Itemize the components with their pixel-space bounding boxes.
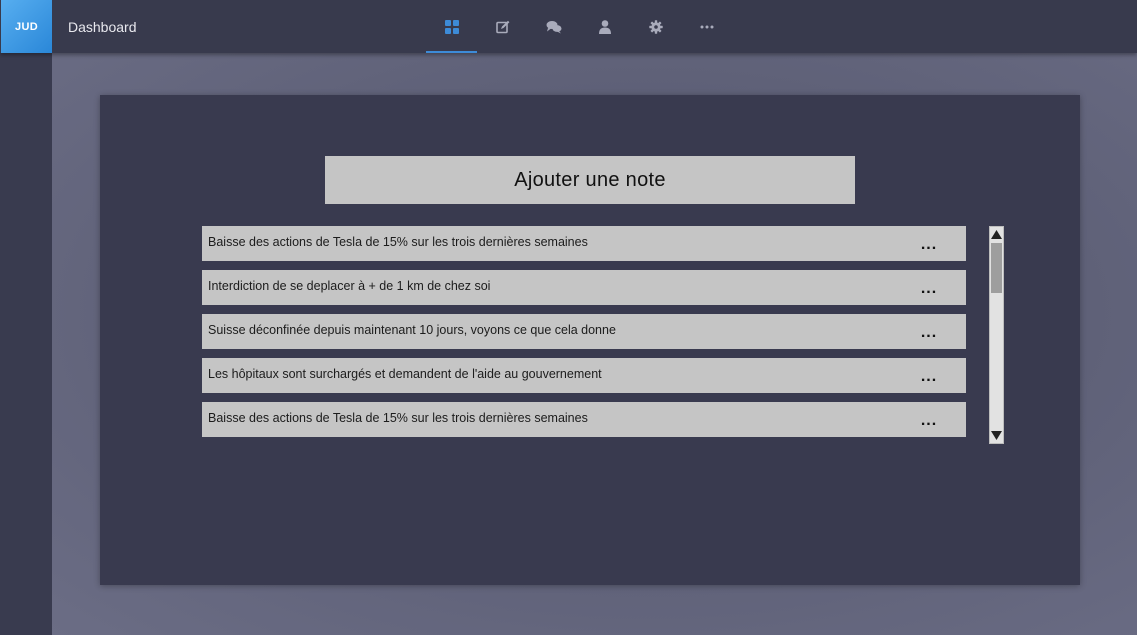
chat-icon xyxy=(546,20,562,34)
notes-list: Baisse des actions de Tesla de 15% sur l… xyxy=(202,226,966,446)
scroll-down-button[interactable] xyxy=(990,428,1003,443)
notes-scrollbar[interactable] xyxy=(989,226,1004,444)
note-menu-button[interactable]: ... xyxy=(916,234,942,254)
note-item[interactable]: Interdiction de se deplacer à + de 1 km … xyxy=(202,270,966,305)
triangle-up-icon xyxy=(991,226,1002,244)
scroll-thumb[interactable] xyxy=(991,243,1002,293)
note-text: Interdiction de se deplacer à + de 1 km … xyxy=(208,279,491,293)
logo-text: JUD xyxy=(15,20,38,33)
nav-profile[interactable] xyxy=(579,0,630,53)
note-item[interactable]: Les hôpitaux sont surchargés et demanden… xyxy=(202,358,966,393)
top-bar: JUD Dashboard xyxy=(0,0,1137,53)
sidebar xyxy=(0,53,52,635)
note-item[interactable]: Baisse des actions de Tesla de 15% sur l… xyxy=(202,226,966,261)
scroll-up-button[interactable] xyxy=(990,227,1003,242)
nav-edit[interactable] xyxy=(477,0,528,53)
note-menu-button[interactable]: ... xyxy=(916,278,942,298)
workspace: Ajouter une note Baisse des actions de T… xyxy=(52,53,1137,635)
note-menu-button[interactable]: ... xyxy=(916,366,942,386)
note-menu-button[interactable]: ... xyxy=(916,410,942,430)
note-text: Baisse des actions de Tesla de 15% sur l… xyxy=(208,411,588,425)
dashboard-grid-icon xyxy=(444,19,459,34)
add-note-button[interactable]: Ajouter une note xyxy=(325,156,855,204)
nav-chat[interactable] xyxy=(528,0,579,53)
notes-panel: Ajouter une note Baisse des actions de T… xyxy=(100,95,1080,585)
app-logo[interactable]: JUD xyxy=(1,0,52,53)
user-icon xyxy=(598,19,611,34)
page-title: Dashboard xyxy=(68,19,137,35)
nav-settings[interactable] xyxy=(630,0,681,53)
edit-icon xyxy=(495,20,510,34)
note-text: Suisse déconfinée depuis maintenant 10 j… xyxy=(208,323,616,337)
note-menu-button[interactable]: ... xyxy=(916,322,942,342)
top-nav xyxy=(426,0,732,53)
note-text: Les hôpitaux sont surchargés et demanden… xyxy=(208,367,602,381)
more-horizontal-icon xyxy=(700,25,714,29)
note-item[interactable]: Suisse déconfinée depuis maintenant 10 j… xyxy=(202,314,966,349)
note-item[interactable]: Baisse des actions de Tesla de 15% sur l… xyxy=(202,402,966,437)
nav-dashboard[interactable] xyxy=(426,0,477,53)
note-text: Baisse des actions de Tesla de 15% sur l… xyxy=(208,235,588,249)
triangle-down-icon xyxy=(991,427,1002,445)
nav-more[interactable] xyxy=(681,0,732,53)
gear-icon xyxy=(648,19,663,34)
